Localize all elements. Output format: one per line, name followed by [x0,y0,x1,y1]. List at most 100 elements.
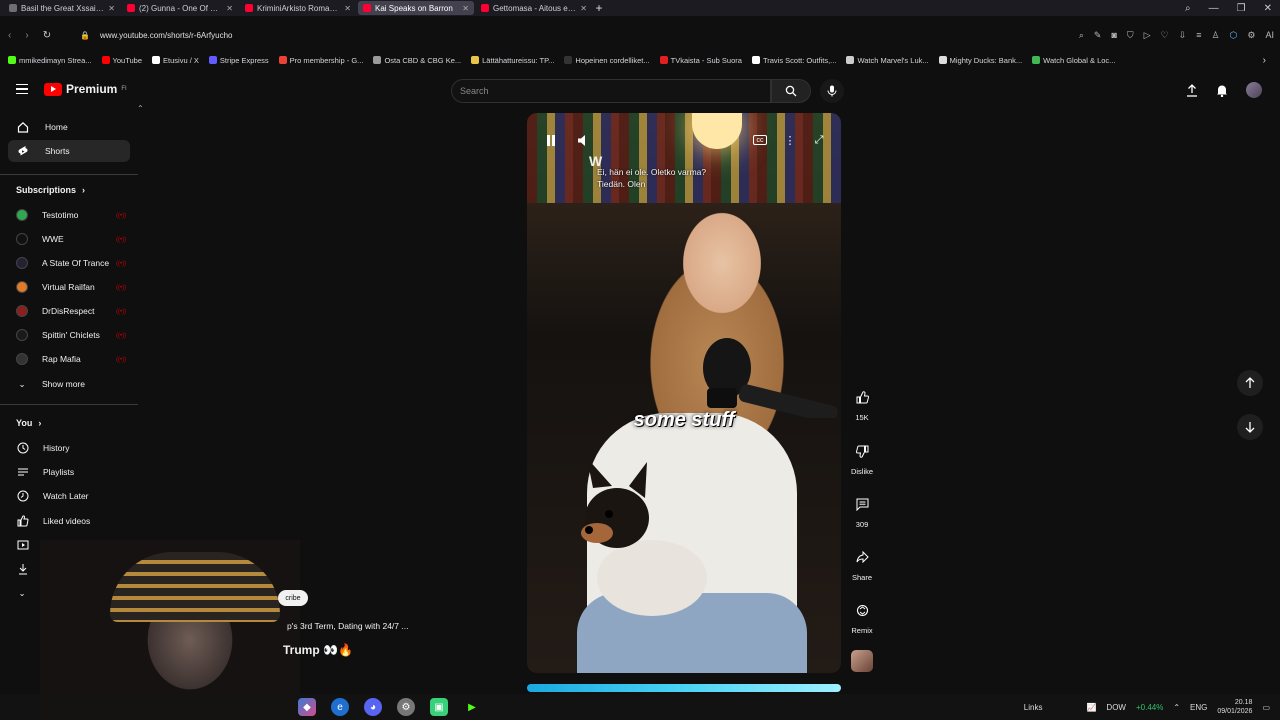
address-field[interactable]: www.youtube.com/shorts/r-6Arfyucho [100,31,233,40]
language-indicator[interactable]: ENG [1190,703,1207,712]
bookmark-item[interactable]: Stripe Express [208,56,269,65]
browser-tab[interactable]: KriminiArkisto Romanian R ✕ [240,1,356,15]
sidebar-collapse-icon[interactable]: ⌃ [137,104,144,113]
browser-tab[interactable]: (2) Gunna - One Of One Tonig ✕ [122,1,238,15]
you-item[interactable]: Watch Later [8,485,130,507]
ai-icon[interactable]: AI [1265,30,1274,41]
browser-tab[interactable]: Gettomasa - Aitous ei oo ✕ [476,1,592,15]
notifications-bell-icon[interactable] [1216,84,1228,97]
subscriptions-heading[interactable]: Subscriptions › [16,185,85,195]
bookmark-item[interactable]: Watch Marvel's Luk... [846,56,929,65]
close-window-button[interactable]: ✕ [1264,3,1272,14]
you-heading[interactable]: You › [16,418,41,428]
search-tabs-icon[interactable]: ⌕ [1185,3,1191,14]
youtube-logo[interactable]: Premium FI [44,82,127,96]
bookmark-item[interactable]: mmikedimayn Strea... [8,56,92,65]
subscription-item[interactable]: Testotimo ((•)) [8,204,130,226]
settings-gear-icon[interactable]: ⚙ [397,698,415,716]
back-icon[interactable]: ‹ [8,30,11,41]
account-icon[interactable]: ♙ [1211,30,1219,41]
subscription-item[interactable]: WWE ((•)) [8,228,130,250]
bookmark-item[interactable]: Etusivu / X [152,56,199,65]
screenshot-icon[interactable]: ◙ [1111,30,1116,41]
video-title-line[interactable]: p's 3rd Term, Dating with 24/7 ... [287,621,408,631]
game-icon[interactable]: ▣ [430,698,448,716]
you-item[interactable]: History [8,437,130,459]
subscription-item[interactable]: A State Of Trance ((•)) [8,252,130,274]
edge-icon[interactable]: e [331,698,349,716]
clock[interactable]: 20.18 09/01/2026 [1217,698,1252,716]
next-short-button[interactable] [1237,414,1263,440]
chevron-up-icon[interactable]: ⌃ [1173,703,1180,712]
bookmark-item[interactable]: Watch Global & Loc... [1032,56,1115,65]
sidebar-item-home[interactable]: Home [8,116,130,138]
zoom-icon[interactable]: ⌕ [1079,30,1084,41]
dislike-button[interactable]: Dislike [846,439,878,476]
account-avatar[interactable] [1246,82,1262,98]
sidebar-item-shorts[interactable]: Shorts [8,140,130,162]
you-item[interactable]: Playlists [8,461,130,483]
copilot-icon[interactable]: ◆ [298,698,316,716]
search-input[interactable]: Search [451,79,771,103]
subscription-item[interactable]: Rap Mafia ((•)) [8,348,130,370]
remix-button[interactable]: Remix [846,598,878,635]
browser-tab[interactable]: Basil the Great Xssai: "You ✕ [4,1,120,15]
shorts-video-player[interactable]: W Ei, hän ei ole. Oletko varma? Tiedän. … [527,113,841,673]
extension-icon[interactable]: ⬡ [1230,30,1238,41]
video-progress-bar[interactable] [527,684,841,692]
edit-icon[interactable]: ✎ [1094,30,1102,41]
shield-icon[interactable]: ⛉ [1127,30,1134,41]
bookmark-item[interactable]: Osta CBD & CBG Ke... [373,56,461,65]
fullscreen-button[interactable]: ⤢ [810,131,828,149]
previous-short-button[interactable] [1237,370,1263,396]
minimize-button[interactable]: — [1209,3,1219,14]
upload-icon[interactable] [1186,83,1198,97]
subscribe-button[interactable]: cribe [278,590,308,606]
bookmark-item[interactable]: Lättähattureissu: TP... [471,56,554,65]
kick-icon[interactable]: ▶ [463,698,481,716]
voice-search-button[interactable] [820,79,844,103]
captions-button[interactable]: cc [753,135,767,145]
settings-icon[interactable]: ⚙ [1247,30,1255,41]
pause-button[interactable] [542,131,560,149]
menu-icon[interactable]: ≡ [1196,30,1201,41]
browser-tab[interactable]: Kai Speaks on Barron ✕ [358,1,474,15]
comments-button[interactable]: 309 [846,492,878,529]
bookmark-item[interactable]: Mighty Ducks: Bank... [938,56,1022,65]
close-tab-icon[interactable]: ✕ [226,4,233,13]
volume-button[interactable] [575,131,593,149]
bookmark-item[interactable]: Hopeinen cordelliket... [564,56,650,65]
download-icon[interactable]: ⇩ [1179,30,1187,41]
subscription-item[interactable]: Spittin' Chiclets ((•)) [8,324,130,346]
close-tab-icon[interactable]: ✕ [580,4,587,13]
close-tab-icon[interactable]: ✕ [344,4,351,13]
search-button[interactable] [771,79,811,103]
bookmark-item[interactable]: Travis Scott: Outfits,... [751,56,836,65]
more-options-button[interactable]: ⋮ [781,131,799,149]
heart-icon[interactable]: ♡ [1161,30,1169,41]
sound-thumbnail[interactable] [851,650,873,672]
show-more-button[interactable]: ⌄ Show more [8,373,130,395]
stock-ticker[interactable]: DOW [1106,703,1126,712]
menu-icon[interactable] [16,84,28,94]
close-tab-icon[interactable]: ✕ [108,4,115,13]
share-button[interactable]: Share [846,545,878,582]
notifications-icon[interactable]: ▭ [1262,703,1270,712]
subscription-item[interactable]: Virtual Railfan ((•)) [8,276,130,298]
links-label[interactable]: Links [1024,703,1043,712]
bookmark-item[interactable]: Pro membership - G... [278,56,363,65]
video-title-bold[interactable]: Trump 👀🔥 [283,643,353,657]
subscription-item[interactable]: DrDisRespect ((•)) [8,300,130,322]
new-tab-button[interactable]: + [592,1,606,15]
bookmarks-overflow-icon[interactable]: › [1263,55,1266,66]
bookmark-item[interactable]: TVkaista - Sub Suora [659,56,742,65]
play-icon[interactable]: ▷ [1144,30,1151,41]
bookmark-item[interactable]: YouTube [101,56,142,65]
discord-icon[interactable]: ◕ [364,698,382,716]
reload-icon[interactable]: ↻ [43,30,51,41]
you-item[interactable]: Liked videos [8,510,130,532]
restore-button[interactable]: ❐ [1237,3,1246,14]
forward-icon[interactable]: › [25,30,28,41]
like-button[interactable]: 15K [846,385,878,422]
close-tab-icon[interactable]: ✕ [462,4,469,13]
